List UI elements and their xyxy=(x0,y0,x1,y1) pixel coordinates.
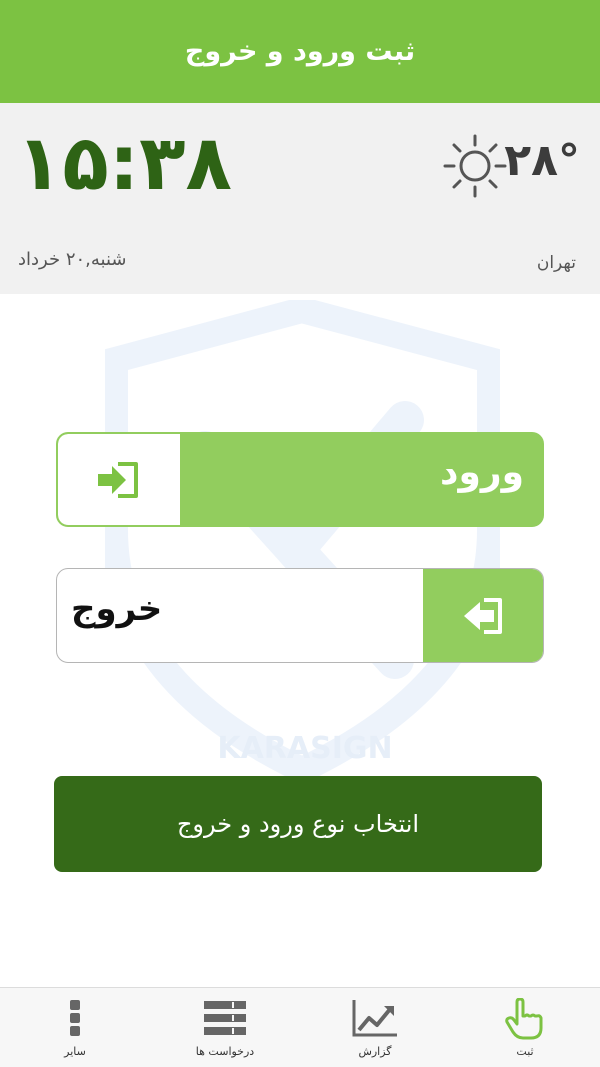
exit-button[interactable]: خروج xyxy=(56,568,544,663)
enter-icon-box xyxy=(58,434,180,525)
chart-icon xyxy=(352,1000,397,1037)
sun-icon xyxy=(443,134,507,198)
nav-item-register[interactable]: ثبت xyxy=(450,988,600,1067)
city-name: تهران xyxy=(536,253,576,273)
info-panel: ۱۵:۳۸ شنبه,۲۰ خرداد ۲۸° تهران xyxy=(0,103,600,294)
list-icon xyxy=(204,1001,246,1035)
nav-label-report: گزارش xyxy=(358,1045,392,1058)
bottom-nav: سایر درخواست ها گزارش ثبت xyxy=(0,987,600,1067)
clock-time: ۱۵:۳۸ xyxy=(16,118,232,207)
nav-label-requests: درخواست ها xyxy=(195,1045,255,1058)
current-date: شنبه,۲۰ خرداد xyxy=(18,249,127,270)
select-type-label: انتخاب نوع ورود و خروج xyxy=(176,810,420,838)
more-vertical-icon xyxy=(70,1000,80,1036)
nav-item-more[interactable]: سایر xyxy=(0,988,150,1067)
enter-button[interactable]: ورود xyxy=(56,432,544,527)
shield-watermark-icon: KARASIGN xyxy=(105,300,500,780)
page-title: ثبت ورود و خروج xyxy=(184,36,416,67)
exit-icon-box xyxy=(423,569,543,662)
nav-label-more: سایر xyxy=(64,1045,86,1058)
select-type-button[interactable]: انتخاب نوع ورود و خروج xyxy=(54,776,542,872)
login-icon xyxy=(98,461,138,498)
app-header: ثبت ورود و خروج xyxy=(0,0,600,103)
enter-label: ورود xyxy=(440,452,524,493)
watermark-brand: KARASIGN xyxy=(217,731,392,766)
temperature: ۲۸° xyxy=(504,135,580,186)
nav-item-requests[interactable]: درخواست ها xyxy=(150,988,300,1067)
nav-label-register: ثبت xyxy=(516,1045,534,1058)
nav-item-report[interactable]: گزارش xyxy=(300,988,450,1067)
exit-label: خروج xyxy=(71,589,163,629)
hand-pointer-icon xyxy=(505,998,543,1040)
logout-icon xyxy=(464,597,502,634)
